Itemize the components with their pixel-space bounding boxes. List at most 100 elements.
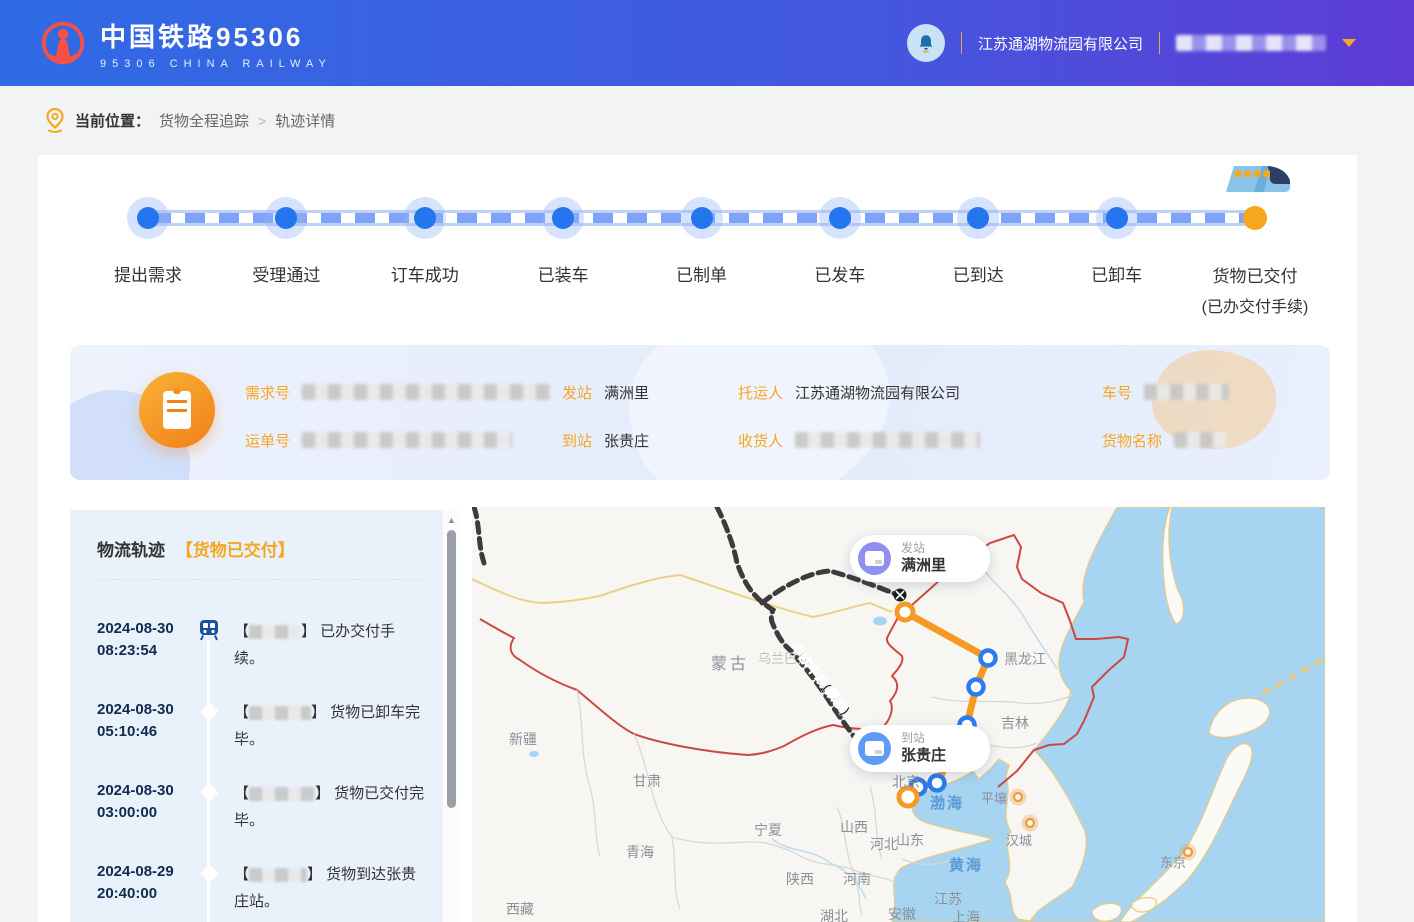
map-label-province: 山西 xyxy=(840,819,868,835)
trace-entry-time: 05:10:46 xyxy=(97,721,197,743)
header-divider xyxy=(1159,32,1160,54)
trace-entry-datetime: 2024-08-3005:10:46 xyxy=(97,699,197,780)
notification-bell-icon[interactable] xyxy=(907,24,945,62)
trace-entry-time: 08:23:54 xyxy=(97,640,197,662)
trace-entry: 2024-08-3005:10:46 【】 货物已卸车完毕。 xyxy=(97,699,425,780)
map-label-sea: 渤海 xyxy=(930,794,964,812)
trace-status: 【货物已交付】 xyxy=(176,541,295,560)
breadcrumb-link-tracking[interactable]: 货物全程追踪 xyxy=(159,110,249,131)
trace-entry: 2024-08-3008:23:54【】 已办交付手续。 xyxy=(97,618,425,699)
brand: 中国铁路95306 95306 CHINA RAILWAY xyxy=(40,17,332,70)
field-label: 到站 xyxy=(562,430,592,451)
route-origin-marker xyxy=(897,604,913,620)
map-label-province: 黑龙江 xyxy=(1004,651,1046,667)
diamond-marker-icon xyxy=(197,780,221,861)
trace-entry-text: 【】 货物已交付完毕。 xyxy=(234,780,425,861)
map-label-city: 汉城 xyxy=(1006,833,1032,848)
route-destination-marker xyxy=(899,788,917,806)
masked-value xyxy=(302,384,552,400)
city-dot xyxy=(1026,819,1034,827)
progress-node xyxy=(414,207,436,229)
diamond-marker-icon xyxy=(197,861,221,922)
order-field: 车号 xyxy=(1102,382,1229,403)
station-kind-label: 发站 xyxy=(901,541,946,556)
masked-value xyxy=(302,432,512,448)
map-tooltip-origin: 发站满洲里 xyxy=(850,535,990,582)
trace-entry-datetime: 2024-08-2920:40:00 xyxy=(97,861,197,922)
map-label-province: 蒙古 xyxy=(711,655,749,673)
trace-entry-date: 2024-08-30 xyxy=(97,618,197,640)
brand-text: 中国铁路95306 95306 CHINA RAILWAY xyxy=(100,17,332,70)
progress-node-current xyxy=(1243,206,1267,230)
order-field: 运单号 xyxy=(245,430,562,451)
progress-node xyxy=(1106,207,1128,229)
order-row: 需求号发站满洲里托运人江苏通湖物流园有限公司车号 xyxy=(245,379,1314,405)
breadcrumb: 当前位置： 货物全程追踪 > 轨迹详情 xyxy=(0,86,1414,155)
masked-value xyxy=(795,432,980,448)
trace-entry-time: 20:40:00 xyxy=(97,883,197,905)
trace-entry: 2024-08-2920:40:00【】 货物到达张贵庄站。 xyxy=(97,861,425,922)
map-label-province: 湖北 xyxy=(820,908,848,922)
map[interactable]: 黑龙江吉林蒙古乌兰巴托新疆甘肃青海西藏宁夏陕西山西河北河南湖北山东安徽江苏上海北… xyxy=(472,507,1325,922)
map-label-province: 上海 xyxy=(952,909,980,922)
progress-node xyxy=(275,207,297,229)
waybill-icon xyxy=(139,372,215,448)
scrollbar-up-arrow[interactable]: ▲ xyxy=(444,510,459,525)
trace-entry-text: 【】 货物已卸车完毕。 xyxy=(234,699,425,780)
trace-entry-date: 2024-08-30 xyxy=(97,699,197,721)
dashed-divider xyxy=(97,579,425,580)
field-value: 张贵庄 xyxy=(604,430,649,451)
map-label-province: 河南 xyxy=(843,871,871,887)
railway-station-symbol xyxy=(894,589,907,602)
map-label-province: 吉林 xyxy=(1001,715,1029,731)
progress-node xyxy=(137,207,159,229)
field-label: 发站 xyxy=(562,382,592,403)
train-icon xyxy=(1218,161,1294,202)
map-label-city: 平壤 xyxy=(981,791,1007,806)
trace-header: 物流轨迹 【货物已交付】 xyxy=(97,536,425,561)
trace-entry-date: 2024-08-30 xyxy=(97,780,197,802)
diamond-shape xyxy=(200,702,218,720)
header-right: 江苏通湖物流园有限公司 xyxy=(907,24,1356,62)
order-field: 货物名称 xyxy=(1102,430,1226,451)
progress-node xyxy=(552,207,574,229)
order-field: 托运人江苏通湖物流园有限公司 xyxy=(738,382,1102,403)
route-waypoint xyxy=(969,680,984,695)
map-label-province: 江苏 xyxy=(934,891,962,907)
company-name: 江苏通湖物流园有限公司 xyxy=(978,33,1143,54)
order-field: 到站张贵庄 xyxy=(562,430,738,451)
station-name: 满洲里 xyxy=(901,556,946,576)
order-field: 收货人 xyxy=(738,430,1102,451)
map-label-city: 东京 xyxy=(1160,855,1186,870)
trace-scrollbar[interactable]: ▲ xyxy=(444,510,459,922)
masked-station-name xyxy=(249,706,311,720)
diamond-shape xyxy=(200,864,218,882)
trace-entry: 2024-08-3003:00:00【】 货物已交付完毕。 xyxy=(97,780,425,861)
trace-panel: 物流轨迹 【货物已交付】 2024-08-3008:23:54【】 已办交付手续… xyxy=(70,510,443,922)
order-field: 发站满洲里 xyxy=(562,382,738,403)
masked-station-name xyxy=(249,868,307,882)
progress-step-label: 货物已交付 xyxy=(1170,262,1340,287)
field-value: 满洲里 xyxy=(604,382,649,403)
route-waypoint xyxy=(930,776,945,791)
chevron-down-icon[interactable] xyxy=(1342,39,1356,47)
trace-title: 物流轨迹 xyxy=(97,541,165,560)
order-field: 需求号 xyxy=(245,382,562,403)
map-label-province: 新疆 xyxy=(509,731,537,747)
field-label: 货物名称 xyxy=(1102,430,1162,451)
field-label: 运单号 xyxy=(245,430,290,451)
station-icon xyxy=(858,732,891,765)
username-masked[interactable] xyxy=(1176,35,1326,51)
map-label-province: 西藏 xyxy=(506,901,534,917)
map-label-province: 陕西 xyxy=(786,871,814,887)
masked-station-name xyxy=(249,787,315,801)
train-marker-icon xyxy=(197,618,221,699)
progress-timeline: 提出需求受理通过订车成功已装车已制单已发车已到达已卸车货物已交付(已办交付手续) xyxy=(38,155,1357,345)
diamond-marker-icon xyxy=(197,699,221,780)
station-icon xyxy=(858,542,891,575)
station-text: 发站满洲里 xyxy=(901,541,946,576)
diamond-shape xyxy=(200,783,218,801)
scrollbar-thumb[interactable] xyxy=(447,530,456,808)
masked-value xyxy=(1144,384,1229,400)
china-railway-logo-icon xyxy=(40,20,86,66)
